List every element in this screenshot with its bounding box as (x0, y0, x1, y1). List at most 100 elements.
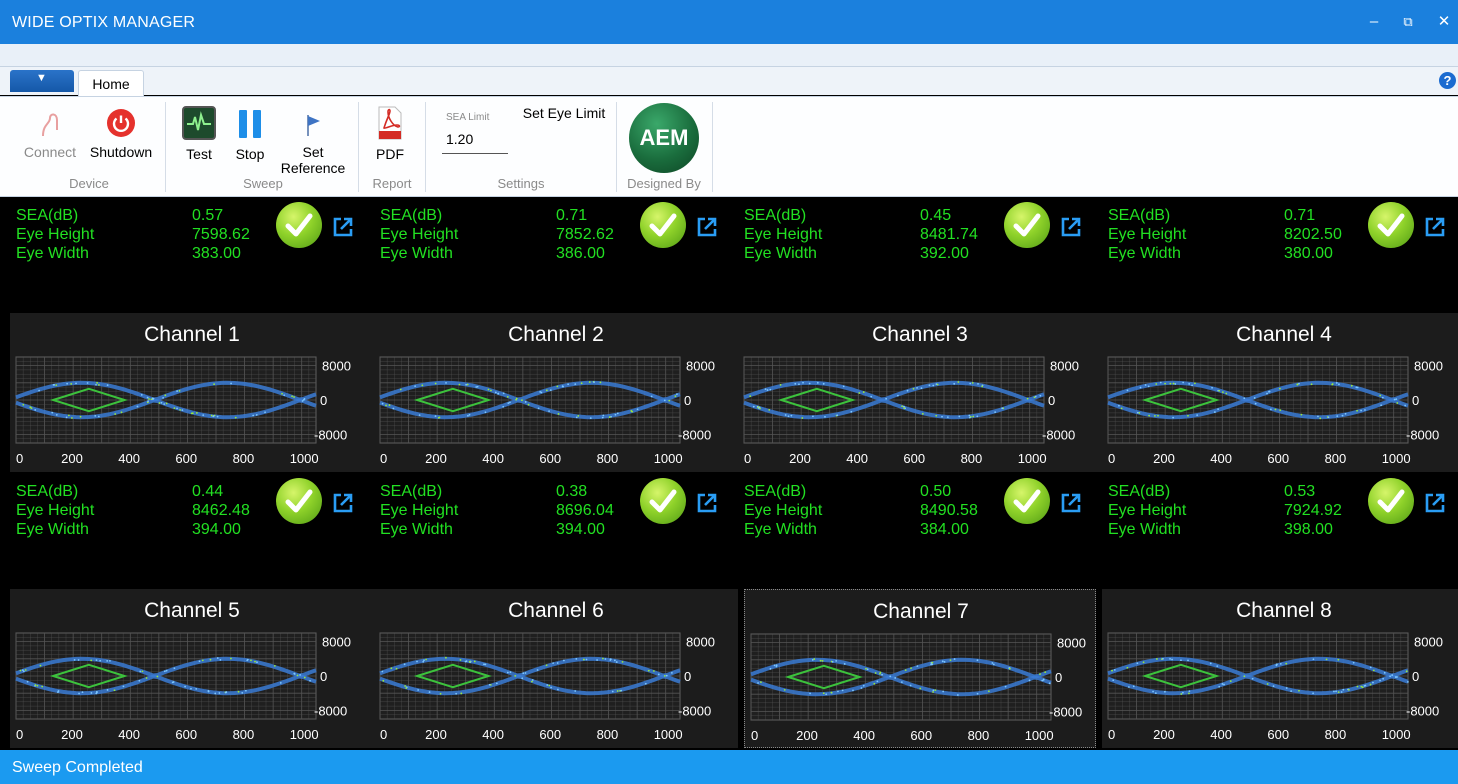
eye-sample-point (616, 690, 619, 692)
eye-sample-point (809, 692, 811, 695)
eye-sample-point (77, 659, 80, 661)
pdf-button[interactable]: PDF (370, 106, 410, 162)
eye-sample-point (190, 412, 193, 415)
minimize-button[interactable]: – (1364, 12, 1384, 32)
eye-sample-point (1266, 392, 1268, 395)
eye-sample-point (630, 409, 633, 412)
popout-icon[interactable] (1060, 216, 1082, 238)
set-eye-limit-button[interactable]: Set Eye Limit (518, 105, 610, 121)
sea-limit-input[interactable]: 1.20 (442, 128, 508, 154)
stat-label-sea: SEA(dB) (1108, 483, 1171, 500)
eye-sample-point (434, 415, 437, 418)
channel-panel[interactable]: Channel 4 0 200 400 600 800 1000 8000 0 -8000 (1102, 313, 1458, 472)
eye-sample-point (173, 407, 176, 410)
eye-sample-point (388, 404, 391, 406)
eye-sample-point (165, 669, 168, 672)
eye-sample-point (230, 382, 232, 385)
checkmark-glyph (285, 213, 313, 237)
eye-sample-point (1039, 673, 1041, 675)
eye-sample-point (896, 394, 899, 397)
eye-sample-point (237, 690, 240, 693)
tab-home[interactable]: Home (78, 70, 144, 97)
eye-sample-point (900, 681, 903, 684)
x-tick-label: 600 (1267, 727, 1289, 742)
stat-value-sea: 0.53 (1284, 483, 1316, 500)
eye-sample-point (873, 682, 876, 685)
eye-sample-point (468, 413, 471, 416)
eye-sample-point (548, 684, 551, 687)
eye-sample-point (90, 659, 93, 662)
close-button[interactable]: ✕ (1434, 12, 1454, 32)
stat-value-eye-height: 8462.48 (192, 502, 250, 519)
eye-sample-point (86, 382, 89, 384)
popout-icon[interactable] (1060, 492, 1082, 514)
pass-check-icon (276, 478, 322, 524)
eye-sample-point (674, 395, 677, 398)
set-reference-label-line2: Reference (280, 160, 346, 176)
eye-sample-point (509, 401, 511, 404)
eye-sample-point (910, 667, 912, 669)
eye-sample-point (935, 414, 938, 417)
test-button[interactable]: Test (176, 106, 222, 162)
application-menu-button[interactable]: ▼ (10, 70, 74, 92)
popout-icon[interactable] (696, 216, 718, 238)
eye-sample-point (977, 382, 979, 385)
y-tick-label: 8000 (322, 635, 351, 650)
eye-sample-point (953, 382, 956, 385)
status-bar: Sweep Completed (0, 750, 1458, 784)
checkmark-glyph (1013, 489, 1041, 513)
stat-value-sea: 0.44 (192, 483, 224, 500)
stop-button[interactable]: Stop (230, 108, 270, 162)
eye-sample-point (160, 401, 163, 404)
eye-sample-point (1136, 411, 1139, 414)
channel-panel[interactable]: Channel 8 0 200 400 600 800 1000 8000 0 -8000 (1102, 589, 1458, 748)
eye-sample-point (216, 657, 219, 659)
channel-panel[interactable]: Channel 1 0 200 400 600 800 1000 8000 0 -8000 (10, 313, 374, 472)
eye-sample-point (866, 668, 869, 671)
stat-value-eye-width: 383.00 (192, 245, 241, 262)
eye-sample-point (165, 402, 168, 405)
eye-sample-point (831, 660, 834, 663)
channel-panel[interactable]: Channel 5 0 200 400 600 800 1000 8000 0 -8000 (10, 589, 374, 748)
channel-panel[interactable]: Channel 6 0 200 400 600 800 1000 8000 0 -8000 (374, 589, 738, 748)
eye-sample-point (1350, 384, 1353, 387)
popout-icon[interactable] (1424, 216, 1446, 238)
eye-sample-point (596, 659, 598, 661)
y-tick-label: -8000 (1042, 427, 1075, 442)
x-tick-label: 600 (175, 727, 197, 742)
eye-sample-point (757, 682, 759, 684)
eye-sample-point (303, 397, 306, 400)
eye-sample-point (293, 672, 296, 675)
restore-button[interactable]: ⧉ (1398, 12, 1418, 32)
connect-button[interactable]: Connect (20, 110, 80, 160)
eye-sample-point (769, 667, 772, 670)
eye-sample-point (1372, 681, 1374, 684)
eye-sample-point (173, 667, 176, 670)
popout-icon[interactable] (332, 492, 354, 514)
popout-icon[interactable] (1424, 492, 1446, 514)
eye-sample-point (1171, 658, 1173, 661)
eye-sample-point (468, 660, 471, 663)
eye-sample-point (784, 414, 787, 416)
x-tick-label: 600 (175, 451, 197, 466)
channel-panel[interactable]: Channel 2 0 200 400 600 800 1000 8000 0 -8000 (374, 313, 738, 472)
eye-sample-point (445, 656, 447, 659)
eye-sample-point (1139, 386, 1142, 389)
eye-sample-point (1213, 411, 1216, 413)
set-reference-button[interactable]: Set Reference (278, 112, 348, 176)
popout-icon[interactable] (332, 216, 354, 238)
y-tick-label: 8000 (1414, 359, 1443, 374)
shutdown-button[interactable]: Shutdown (84, 108, 158, 160)
channel-panel[interactable]: Channel 7 0 200 400 600 800 1000 8000 0 -8000 (744, 589, 1096, 748)
eye-sample-point (250, 659, 252, 662)
eye-sample-point (808, 382, 811, 385)
eye-sample-point (1162, 657, 1164, 660)
eye-sample-point (70, 383, 73, 385)
help-icon[interactable]: ? (1439, 72, 1456, 89)
eye-sample-point (1001, 407, 1004, 410)
eye-sample-point (1042, 678, 1045, 681)
stat-label-eye-width: Eye Width (744, 521, 817, 538)
stat-label-eye-height: Eye Height (1108, 226, 1187, 243)
channel-panel[interactable]: Channel 3 0 200 400 600 800 1000 8000 0 -8000 (738, 313, 1102, 472)
popout-icon[interactable] (696, 492, 718, 514)
